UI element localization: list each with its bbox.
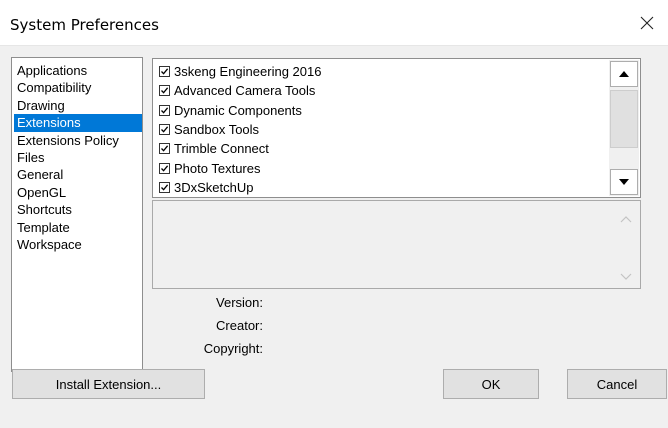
extension-checkbox[interactable] xyxy=(159,104,170,116)
category-label: Shortcuts xyxy=(17,202,72,218)
extension-checkbox[interactable] xyxy=(159,143,170,155)
category-label: Drawing xyxy=(17,97,65,113)
extension-checkbox[interactable] xyxy=(159,85,170,97)
extension-item[interactable]: 3DxSketchUp xyxy=(159,178,321,197)
category-item-template[interactable]: Template xyxy=(14,219,142,236)
close-button[interactable] xyxy=(634,10,660,36)
category-item-files[interactable]: Files xyxy=(14,149,142,166)
extension-checkbox[interactable] xyxy=(159,162,170,174)
category-label: Files xyxy=(17,149,45,165)
creator-label: Creator: xyxy=(216,318,263,333)
checkmark-icon xyxy=(161,87,169,95)
description-scrollbar[interactable] xyxy=(616,205,636,285)
category-item-extensions[interactable]: Extensions xyxy=(14,114,142,132)
extension-checkbox[interactable] xyxy=(159,124,170,136)
category-label: Extensions Policy xyxy=(17,132,119,148)
checkmark-icon xyxy=(161,68,169,75)
category-label: Workspace xyxy=(17,236,82,252)
category-item-opengl[interactable]: OpenGL xyxy=(14,184,142,201)
extension-list-scrollbar[interactable] xyxy=(609,60,639,196)
extension-item[interactable]: Trimble Connect xyxy=(159,139,321,158)
category-list[interactable]: Applications Compatibility Drawing Exten… xyxy=(11,57,143,372)
scroll-thumb[interactable] xyxy=(610,90,638,148)
category-item-applications[interactable]: Applications xyxy=(14,62,142,79)
category-label: OpenGL xyxy=(17,184,67,200)
extension-label: Sandbox Tools xyxy=(174,122,260,138)
extension-label: Advanced Camera Tools xyxy=(174,83,316,99)
arrow-down-icon xyxy=(619,179,629,185)
version-label: Version: xyxy=(216,295,263,310)
extension-label: Dynamic Components xyxy=(174,102,302,118)
install-extension-button[interactable]: Install Extension... xyxy=(12,369,205,399)
category-label: Extensions xyxy=(17,115,81,131)
category-label: General xyxy=(17,167,64,183)
category-item-workspace[interactable]: Workspace xyxy=(14,236,142,253)
extension-checkbox[interactable] xyxy=(159,66,170,78)
checkmark-icon xyxy=(161,165,169,172)
chevron-down-icon xyxy=(620,273,632,280)
checkmark-icon xyxy=(161,107,169,114)
category-item-extensions-policy[interactable]: Extensions Policy xyxy=(14,132,142,149)
cancel-label: Cancel xyxy=(596,376,638,392)
checkmark-icon xyxy=(161,145,169,153)
extension-list[interactable]: 3skeng Engineering 2016 Advanced Camera … xyxy=(152,58,641,198)
extension-label: Trimble Connect xyxy=(174,141,269,157)
category-label: Template xyxy=(17,219,70,235)
extension-item[interactable]: Advanced Camera Tools xyxy=(159,81,321,100)
extension-label: 3skeng Engineering 2016 xyxy=(174,64,322,80)
ok-label: OK xyxy=(481,376,501,392)
checkmark-icon xyxy=(161,184,169,191)
extension-item[interactable]: 3skeng Engineering 2016 xyxy=(159,62,321,81)
scroll-up-button[interactable] xyxy=(610,61,638,87)
category-label: Applications xyxy=(17,63,88,78)
category-label: Compatibility xyxy=(17,80,92,96)
chevron-up-icon xyxy=(620,216,632,223)
extension-item[interactable]: Sandbox Tools xyxy=(159,120,321,139)
install-extension-label: Install Extension... xyxy=(55,376,162,392)
extension-item[interactable]: Dynamic Components xyxy=(159,101,321,120)
ok-button[interactable]: OK xyxy=(443,369,539,399)
arrow-up-icon xyxy=(619,71,629,77)
close-icon xyxy=(640,16,654,30)
category-item-drawing[interactable]: Drawing xyxy=(14,97,142,114)
checkmark-icon xyxy=(161,126,169,133)
extension-description-box xyxy=(152,200,641,289)
category-item-shortcuts[interactable]: Shortcuts xyxy=(14,201,142,218)
extension-item[interactable]: Photo Textures xyxy=(159,158,321,177)
extension-label: Photo Textures xyxy=(174,160,261,176)
cancel-button[interactable]: Cancel xyxy=(567,369,667,399)
extension-label: 3DxSketchUp xyxy=(174,179,254,195)
category-item-compatibility[interactable]: Compatibility xyxy=(14,79,142,96)
extension-checkbox[interactable] xyxy=(159,181,170,193)
title-bar: System Preferences xyxy=(0,0,668,46)
copyright-label: Copyright: xyxy=(203,341,263,356)
window-title: System Preferences xyxy=(10,16,159,34)
category-item-general[interactable]: General xyxy=(14,166,142,183)
scroll-down-button[interactable] xyxy=(610,169,638,195)
